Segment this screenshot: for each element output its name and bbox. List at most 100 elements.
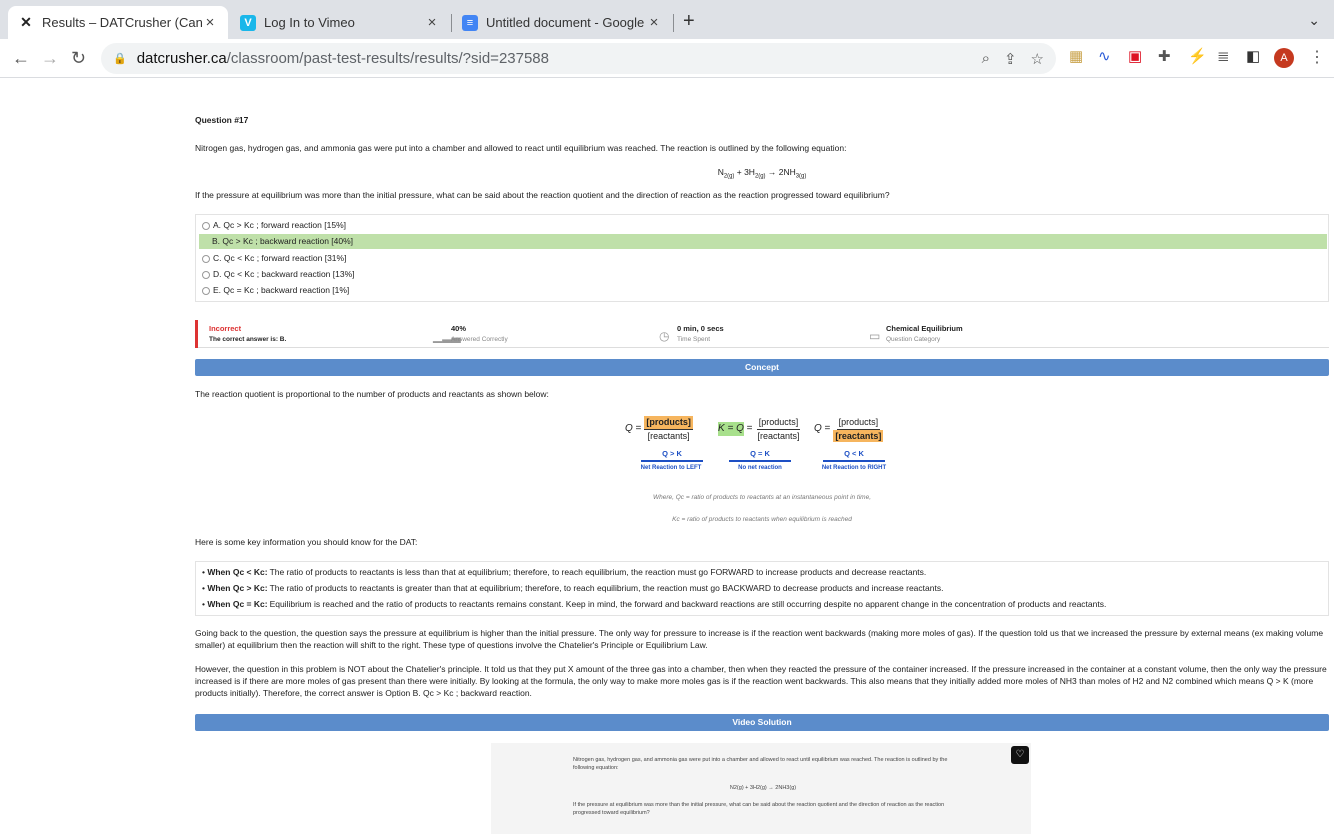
share-icon[interactable]: ⇪ (1004, 50, 1017, 68)
time-spent: 0 min, 0 secs Time Spent (677, 324, 724, 344)
reload-icon[interactable]: ↻ (71, 48, 86, 69)
lock-icon: 🔒 (113, 53, 127, 65)
chevron-down-icon[interactable]: ⌄ (1308, 12, 1320, 29)
left-arrow (641, 460, 703, 462)
video-text-line: Nitrogen gas, hydrogen gas, and ammonia … (573, 757, 948, 771)
radio-button[interactable] (202, 254, 210, 263)
option-d[interactable]: D. Qc < Kc ; backward reaction [13%] (199, 267, 1327, 282)
address-bar[interactable]: 🔒 datcrusher.ca/classroom/past-test-resu… (101, 43, 1056, 74)
right-arrow-caption: Net Reaction to RIGHT (821, 465, 887, 471)
url-domain: datcrusher.ca (136, 50, 227, 67)
video-solution-header[interactable]: Video Solution (195, 714, 1329, 731)
q-gt-k-label: Q > K (662, 449, 682, 458)
percent-correct: 40% Answered Correctly (451, 324, 508, 344)
products-term: [products] (836, 416, 881, 430)
avatar[interactable]: A (1274, 48, 1294, 68)
reactants-term: [reactants] (757, 430, 800, 441)
tab-title: Untitled document - Google Docs (486, 15, 646, 30)
correct-answer-note: The correct answer is: B. (209, 335, 287, 343)
percent-value: 40% (451, 324, 467, 333)
tab-title: Results – DATCrusher (Canada) (42, 15, 202, 30)
x-logo-icon: ✕ (20, 14, 32, 30)
zoom-icon[interactable]: ⌕ (982, 50, 990, 68)
explanation-paragraph-2: However, the question in this problem is… (195, 664, 1327, 698)
option-label: D. Qc < Kc ; backward reaction [13%] (213, 268, 355, 279)
video-text-line: If the pressure at equilibrium was more … (573, 802, 945, 816)
calculator-extension-icon[interactable]: ▦ (1069, 47, 1083, 65)
tab-strip: ✕ Results – DATCrusher (Canada) × V Log … (0, 0, 1334, 39)
tab-datcrusher[interactable]: ✕ Results – DATCrusher (Canada) × (8, 6, 228, 39)
result-stats: Incorrect The correct answer is: B. ▁▂▃ … (195, 320, 1329, 348)
media-queue-icon[interactable]: ≣ (1217, 47, 1230, 65)
incorrect-indicator (195, 320, 198, 348)
concept-intro: The reaction quotient is proportional to… (195, 389, 549, 399)
star-icon[interactable]: ☆ (1031, 50, 1044, 68)
close-icon[interactable]: × (202, 14, 218, 31)
bolt-icon[interactable]: ⚡ (1188, 47, 1207, 65)
list-item: • When Qc > Kc: The ratio of products to … (202, 583, 944, 594)
pdf-extension-icon[interactable]: ▣ (1128, 47, 1142, 65)
calendar-icon: ▭ (869, 329, 881, 343)
radio-button[interactable] (202, 286, 210, 295)
key-explanation: Equilibrium is reached and the ratio of … (269, 599, 1107, 610)
waveform-extension-icon[interactable]: ∿ (1098, 47, 1111, 65)
tab-divider (673, 14, 674, 32)
question-prompt: If the pressure at equilibrium was more … (195, 190, 890, 200)
puzzle-icon[interactable]: ✚ (1158, 47, 1171, 65)
q-eq-k-label: Q = K (750, 449, 770, 458)
question-number: Question #17 (195, 115, 249, 125)
q-eq-k-expression: K = Q = [products] [reactants] (718, 417, 801, 441)
radio-button[interactable] (202, 221, 210, 230)
reactants-term: [reactants] (833, 429, 884, 443)
clock-icon: ◷ (659, 329, 670, 343)
key-explanation: The ratio of products to reactants is gr… (269, 583, 944, 594)
close-icon[interactable]: × (646, 14, 662, 31)
list-item: • When Qc < Kc: The ratio of products to … (202, 567, 927, 578)
url-path: /classroom/past-test-results/results/?si… (226, 50, 549, 67)
reaction-quotient-diagram: Q = [products] [reactants] K = Q = [product… (625, 414, 895, 476)
key-info-list: • When Qc < Kc: The ratio of products to … (195, 561, 1329, 616)
option-c[interactable]: C. Qc < Kc ; forward reaction [31%] (199, 251, 1327, 266)
side-panel-icon[interactable]: ◧ (1246, 47, 1260, 65)
vimeo-icon: V (240, 14, 256, 31)
forward-icon[interactable]: → (41, 48, 59, 69)
key-info-intro: Here is some key information you should … (195, 537, 418, 547)
key-condition: When Qc > Kc: (207, 583, 268, 594)
tab-vimeo[interactable]: V Log In to Vimeo × (230, 6, 450, 39)
option-label: C. Qc < Kc ; forward reaction [31%] (213, 252, 347, 263)
time-value: 0 min, 0 secs (677, 324, 724, 333)
products-term: [products] (644, 416, 693, 430)
close-icon[interactable]: × (424, 14, 440, 31)
option-label: B. Qc > Kc ; backward reaction [40%] (212, 235, 354, 246)
menu-kebab-icon[interactable]: ⋮ (1309, 47, 1325, 67)
key-condition: When Qc = Kc: (207, 599, 268, 610)
key-explanation: The ratio of products to reactants is le… (269, 567, 927, 578)
option-a[interactable]: A. Qc > Kc ; forward reaction [15%] (199, 218, 1327, 233)
heart-icon[interactable]: ♡ (1011, 746, 1029, 764)
new-tab-button[interactable]: + (683, 10, 695, 33)
question-category: Chemical Equilibrium Question Category (886, 324, 963, 344)
qc-definition: Where, Qc = ratio of products to reactan… (652, 494, 872, 501)
kc-definition: Kc = ratio of products to reactants when… (672, 516, 852, 523)
category-label: Question Category (886, 335, 941, 343)
percent-label: Answered Correctly (451, 335, 508, 343)
tab-google-docs[interactable]: ≡ Untitled document - Google Docs × (452, 6, 672, 39)
tab-title: Log In to Vimeo (264, 15, 355, 30)
video-equation: N2(g) + 3H2(g) → 2NH3(g) (729, 785, 797, 791)
list-item: • When Qc = Kc: Equilibrium is reached an… (202, 599, 1107, 610)
option-b[interactable]: B. Qc > Kc ; backward reaction [40%] (199, 234, 1327, 249)
result-status: Incorrect The correct answer is: B. (209, 324, 286, 344)
option-label: E. Qc = Kc ; backward reaction [1%] (213, 284, 350, 295)
double-arrow (729, 460, 791, 462)
q-lt-k-expression: Q = [products] [reactants] (814, 416, 884, 443)
option-e[interactable]: E. Qc = Kc ; backward reaction [1%] (199, 283, 1327, 298)
question-stem: Nitrogen gas, hydrogen gas, and ammonia … (195, 143, 847, 153)
radio-button[interactable] (202, 270, 210, 279)
video-player[interactable]: Nitrogen gas, hydrogen gas, and ammonia … (491, 743, 1031, 834)
concept-header[interactable]: Concept (195, 359, 1329, 376)
explanation-paragraph-1: Going back to the question, the question… (195, 628, 1324, 650)
reaction-equation: N2(g) + 3H2(g) → 2NH3(g) (717, 167, 807, 180)
result-label: Incorrect (209, 324, 242, 333)
back-icon[interactable]: ← (12, 48, 30, 69)
right-arrow (823, 460, 885, 462)
